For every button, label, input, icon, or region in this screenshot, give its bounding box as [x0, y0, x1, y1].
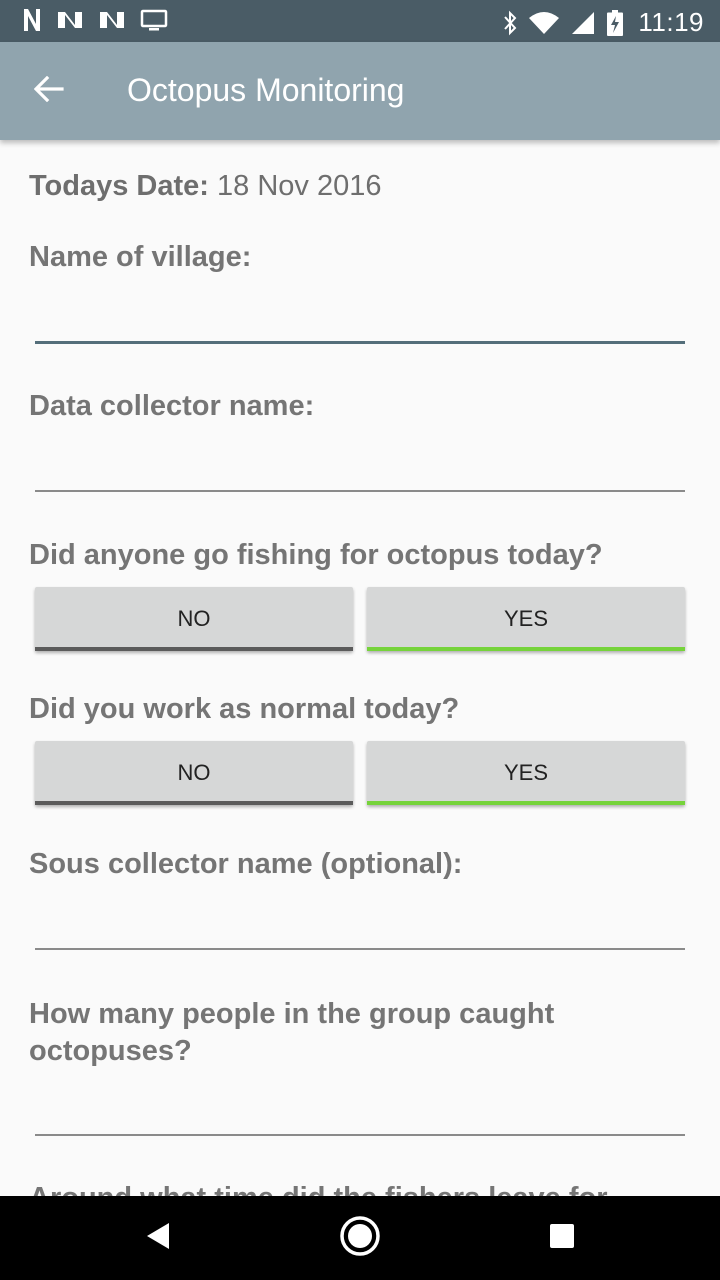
village-input[interactable] — [35, 300, 685, 344]
back-button[interactable] — [20, 68, 78, 114]
notification-icon — [56, 9, 84, 31]
battery-charging-icon — [606, 9, 624, 37]
nav-back-icon — [143, 1221, 173, 1256]
sous-collector-label: Sous collector name (optional): — [29, 848, 463, 880]
button-label: NO — [177, 606, 211, 631]
n-icon — [22, 7, 42, 33]
toggle-indicator — [367, 647, 685, 651]
collector-label: Data collector name: — [29, 390, 315, 422]
page-title: Octopus Monitoring — [127, 72, 405, 108]
arrow-back-icon — [33, 75, 64, 107]
wifi-icon — [528, 10, 560, 36]
fishing-question: Did anyone go fishing for octopus today? — [29, 539, 603, 571]
input-underline — [35, 490, 685, 492]
button-label: YES — [503, 606, 549, 631]
nav-recents-button[interactable] — [532, 1216, 592, 1260]
sous-collector-input[interactable] — [35, 906, 685, 950]
tv-icon — [140, 8, 168, 32]
nav-recents-icon — [548, 1222, 576, 1255]
date-value: 18 Nov 2016 — [217, 170, 382, 202]
work-question: Did you work as normal today? — [29, 693, 460, 725]
village-label: Name of village: — [29, 241, 252, 273]
notification-icon — [98, 9, 126, 31]
button-label: YES — [503, 760, 549, 785]
toggle-indicator — [35, 801, 353, 805]
input-underline — [35, 1134, 685, 1136]
app-bar: Octopus Monitoring — [0, 42, 720, 140]
nav-home-button[interactable] — [330, 1215, 390, 1262]
navigation-bar — [0, 1196, 720, 1280]
collector-input[interactable] — [35, 448, 685, 492]
status-bar: 11:19 — [0, 0, 720, 42]
status-clock: 11:19 — [638, 7, 704, 37]
nav-back-button[interactable] — [128, 1216, 188, 1260]
input-underline — [35, 948, 685, 950]
work-no-button[interactable]: NO — [35, 741, 353, 805]
date-label: Todays Date: — [29, 170, 209, 202]
caught-input[interactable] — [35, 1092, 685, 1136]
toggle-indicator — [35, 647, 353, 651]
signal-icon — [570, 10, 596, 36]
button-label: NO — [177, 760, 211, 785]
fishing-no-button[interactable]: NO — [35, 587, 353, 651]
nav-home-icon — [339, 1215, 381, 1262]
bluetooth-icon — [502, 10, 518, 36]
caught-label: How many people in the group caught octo… — [29, 998, 555, 1067]
date-row: Todays Date: 18 Nov 2016 — [29, 170, 381, 203]
fishing-yes-button[interactable]: YES — [367, 587, 685, 651]
leave-time-label: Around what time did the fishers leave f… — [29, 1180, 669, 1196]
toggle-indicator — [367, 801, 685, 805]
form-scroll-area[interactable]: Todays Date: 18 Nov 2016 Name of village… — [0, 140, 720, 1196]
input-underline — [35, 341, 685, 344]
work-yes-button[interactable]: YES — [367, 741, 685, 805]
